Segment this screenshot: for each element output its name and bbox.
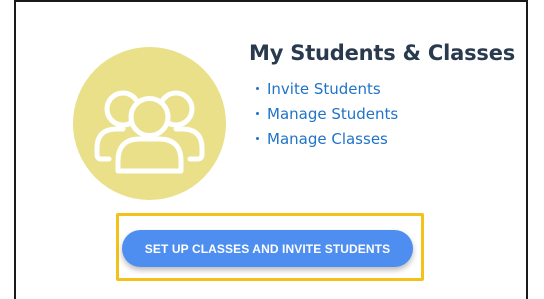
list-item: Manage Classes — [256, 127, 398, 152]
card-title: My Students & Classes — [249, 41, 516, 65]
bullet-icon — [256, 87, 259, 90]
bullet-icon — [256, 112, 259, 115]
students-group-icon — [73, 47, 226, 200]
card-links-list: Invite Students Manage Students Manage C… — [256, 77, 398, 152]
manage-classes-link[interactable]: Manage Classes — [267, 130, 388, 148]
bullet-icon — [256, 137, 259, 140]
setup-classes-invite-students-button[interactable]: SET UP CLASSES AND INVITE STUDENTS — [122, 230, 413, 267]
invite-students-link[interactable]: Invite Students — [267, 80, 381, 98]
list-item: Invite Students — [256, 77, 398, 102]
manage-students-link[interactable]: Manage Students — [267, 105, 398, 123]
list-item: Manage Students — [256, 102, 398, 127]
